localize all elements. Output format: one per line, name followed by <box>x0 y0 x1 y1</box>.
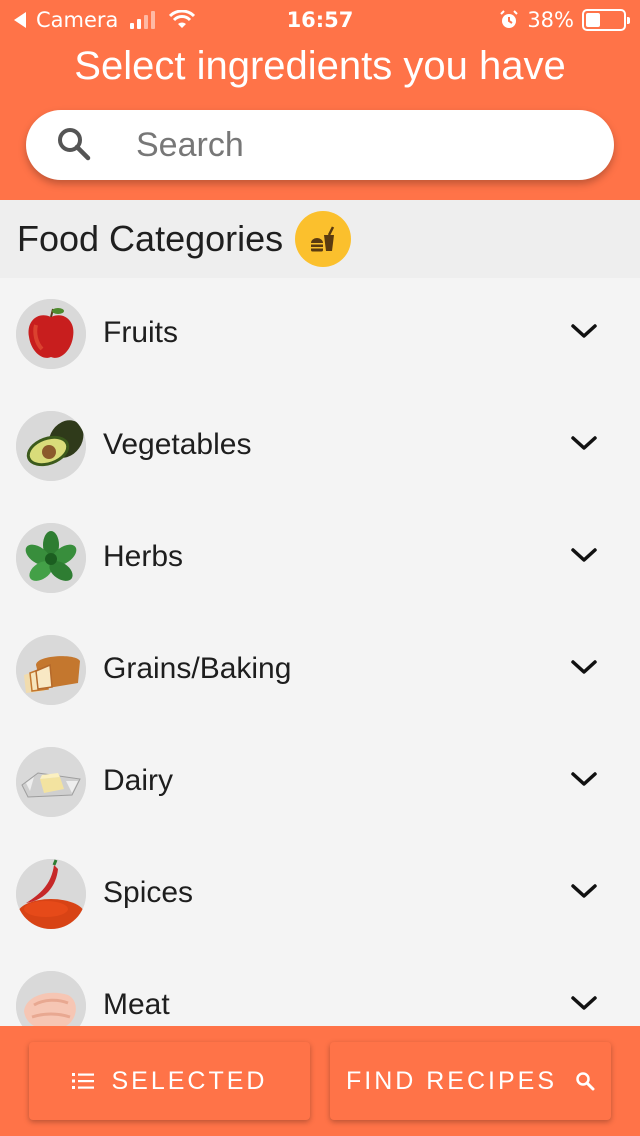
search-bar[interactable] <box>26 110 614 180</box>
search-input[interactable] <box>136 124 576 166</box>
status-right: 38% <box>499 8 630 32</box>
food-drink-icon <box>295 211 352 267</box>
list-icon <box>71 1073 94 1089</box>
category-label: Fruits <box>103 316 178 349</box>
selected-label: SELECTED <box>111 1066 268 1095</box>
app-header: Camera 16:57 38% Select ingredients you … <box>0 0 640 200</box>
selected-button[interactable]: SELECTED <box>29 1042 310 1120</box>
chevron-down-icon[interactable] <box>570 322 598 342</box>
chevron-down-icon[interactable] <box>570 994 598 1014</box>
category-spices[interactable]: Spices <box>0 838 640 950</box>
find-recipes-label: FIND RECIPES <box>345 1066 558 1095</box>
category-meat[interactable]: Meat <box>0 950 640 1026</box>
category-label: Herbs <box>103 540 184 573</box>
category-grains-baking[interactable]: Grains/Baking <box>0 614 640 726</box>
category-label: Vegetables <box>103 428 252 461</box>
chevron-down-icon[interactable] <box>570 882 598 902</box>
status-bar: Camera 16:57 38% <box>0 0 640 40</box>
chevron-down-icon[interactable] <box>570 770 598 790</box>
chevron-down-icon[interactable] <box>570 546 598 566</box>
category-label: Grains/Baking <box>103 652 292 685</box>
chevron-down-icon[interactable] <box>570 434 598 454</box>
apple-image <box>16 299 86 369</box>
find-recipes-button[interactable]: FIND RECIPES <box>330 1042 611 1120</box>
category-dairy[interactable]: Dairy <box>0 726 640 838</box>
basil-image <box>16 523 86 593</box>
category-list: Fruits Vegetables Herbs Grains/Baking Da… <box>0 278 640 1026</box>
category-vegetables[interactable]: Vegetables <box>0 390 640 502</box>
category-herbs[interactable]: Herbs <box>0 502 640 614</box>
alarm-icon <box>500 10 519 28</box>
section-header: Food Categories <box>0 200 640 278</box>
butter-image <box>16 747 86 817</box>
category-label: Spices <box>103 876 194 909</box>
section-title: Food Categories <box>17 218 284 259</box>
category-label: Dairy <box>103 764 174 797</box>
page-title: Select ingredients you have <box>74 44 566 88</box>
search-icon <box>576 1072 595 1091</box>
bottom-bar: SELECTED FIND RECIPES <box>0 1026 640 1136</box>
chicken-image <box>16 971 86 1026</box>
search-icon <box>58 128 91 161</box>
chili-powder-image <box>16 859 86 929</box>
category-label: Meat <box>103 988 170 1021</box>
battery-icon <box>582 9 630 31</box>
avocado-image <box>16 411 86 481</box>
bread-image <box>16 635 86 705</box>
category-fruits[interactable]: Fruits <box>0 278 640 390</box>
battery-percent: 38% <box>527 8 574 32</box>
chevron-down-icon[interactable] <box>570 658 598 678</box>
battery-fill <box>586 13 600 27</box>
